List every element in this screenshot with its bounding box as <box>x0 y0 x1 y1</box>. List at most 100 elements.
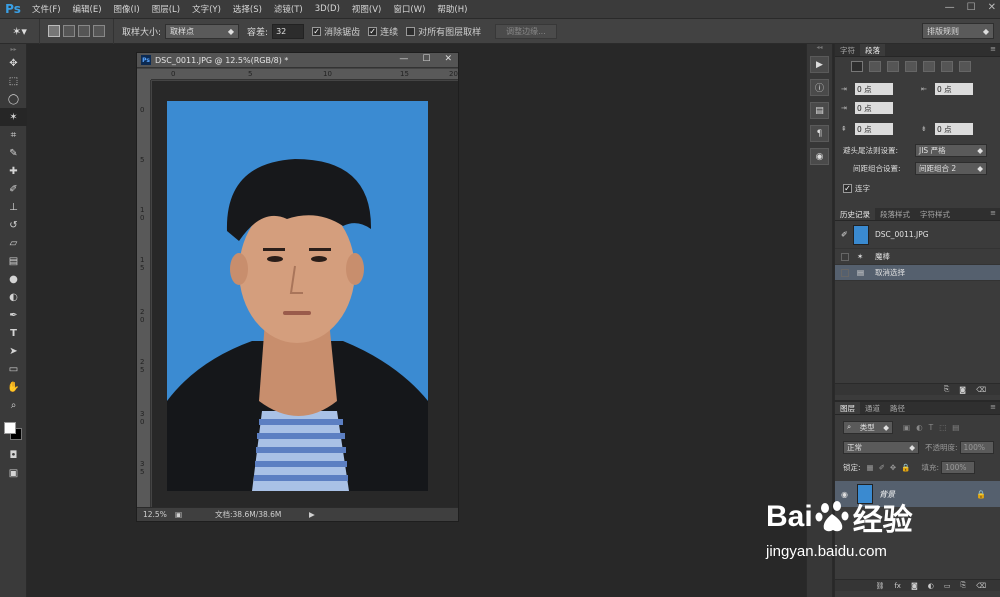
indent-left-input[interactable]: 0 点 <box>855 83 893 95</box>
menu-filter[interactable]: 滤镜(T) <box>268 3 309 15</box>
healing-brush-tool-icon[interactable]: ✚ <box>0 162 27 180</box>
contiguous-checkbox[interactable]: ✓ <box>368 26 378 36</box>
gradient-tool-icon[interactable]: ▤ <box>0 252 27 270</box>
blend-mode-select[interactable]: 正常 ◆ <box>843 440 919 454</box>
maximize-icon[interactable]: ☐ <box>422 54 430 64</box>
justify-all-icon[interactable] <box>959 61 971 72</box>
maximize-icon[interactable]: ☐ <box>967 2 976 13</box>
minimize-icon[interactable]: — <box>399 54 408 64</box>
eyedropper-tool-icon[interactable]: ✎ <box>0 144 27 162</box>
tab-paragraph[interactable]: 段落 <box>860 44 885 56</box>
history-brush-tool-icon[interactable]: ↺ <box>0 216 27 234</box>
foreground-color-swatch[interactable] <box>4 422 16 434</box>
indent-first-line-input[interactable]: 0 点 <box>855 102 893 114</box>
pen-tool-icon[interactable]: ✒ <box>0 306 27 324</box>
history-snapshot[interactable]: ✐ DSC_0011.JPG <box>835 221 1000 249</box>
opacity-input[interactable]: 100% <box>959 440 994 454</box>
menu-file[interactable]: 文件(F) <box>26 3 67 15</box>
new-selection-button[interactable] <box>48 25 60 37</box>
brush-tool-icon[interactable]: ✐ <box>0 180 27 198</box>
tab-character[interactable]: 字符 <box>835 44 860 56</box>
status-export-icon[interactable]: ▣ <box>175 510 189 519</box>
panel-menu-icon[interactable]: ≡ <box>990 403 996 411</box>
rectangle-tool-icon[interactable]: ▭ <box>0 360 27 378</box>
menu-3d[interactable]: 3D(D) <box>309 4 346 14</box>
portrait-photo[interactable] <box>167 101 428 491</box>
blur-tool-icon[interactable]: ● <box>0 270 27 288</box>
paragraph-icon[interactable]: ¶ <box>810 125 829 142</box>
new-layer-icon[interactable]: ⎘ <box>960 581 966 590</box>
camera-icon[interactable]: ◙ <box>959 386 966 394</box>
sample-size-select[interactable]: 取样点 ◆ <box>165 23 240 39</box>
menu-window[interactable]: 窗口(W) <box>387 3 431 15</box>
tool-preset-picker[interactable]: ✶▾ <box>0 18 40 44</box>
tab-paths[interactable]: 路径 <box>885 402 910 414</box>
align-center-icon[interactable] <box>869 61 881 72</box>
lasso-tool-icon[interactable]: ◯ <box>0 90 27 108</box>
sample-all-layers-checkbox[interactable] <box>406 26 416 36</box>
panel-menu-icon[interactable]: ≡ <box>990 209 996 217</box>
menu-view[interactable]: 视图(V) <box>346 3 387 15</box>
trash-icon[interactable]: ⌫ <box>976 386 986 394</box>
tolerance-input[interactable]: 32 <box>272 23 305 39</box>
tab-paragraph-styles[interactable]: 段落样式 <box>875 208 915 220</box>
zoom-tool-icon[interactable]: ⌕ <box>0 396 27 414</box>
menu-layer[interactable]: 图层(L) <box>146 3 186 15</box>
mojikumi-select[interactable]: 间距组合 2 ◆ <box>915 161 987 175</box>
tab-layers[interactable]: 图层 <box>835 402 860 414</box>
kinsoku-select[interactable]: JIS 严格 ◆ <box>915 143 987 157</box>
menu-image[interactable]: 图像(I) <box>108 3 146 15</box>
hand-tool-icon[interactable]: ✋ <box>0 378 27 396</box>
document-tab[interactable]: Ps DSC_0011.JPG @ 12.5%(RGB/8) * — ☐ ✕ <box>137 53 458 68</box>
lock-icons[interactable]: ▦✐✥🔒 <box>867 463 916 472</box>
justify-center-icon[interactable] <box>923 61 935 72</box>
refine-edge-button[interactable]: 调整边缘... <box>495 23 557 39</box>
fill-input[interactable]: 100% <box>941 460 976 474</box>
menu-select[interactable]: 选择(S) <box>227 3 268 15</box>
hyphenate-checkbox[interactable]: ✓ <box>843 183 852 193</box>
add-selection-button[interactable] <box>63 25 75 37</box>
move-tool-icon[interactable]: ✥ <box>0 54 27 72</box>
eraser-tool-icon[interactable]: ▱ <box>0 234 27 252</box>
collapse-icon[interactable]: ◂◂ <box>807 44 832 51</box>
menu-edit[interactable]: 编辑(E) <box>67 3 108 15</box>
history-item[interactable]: ✶ 魔棒 <box>835 249 1000 265</box>
history-item[interactable]: ▤ 取消选择 <box>835 265 1000 281</box>
close-icon[interactable]: ✕ <box>444 54 452 64</box>
space-after-input[interactable]: 0 点 <box>935 123 973 135</box>
intersect-selection-button[interactable] <box>93 25 105 37</box>
play-action-icon[interactable]: ▶ <box>810 56 829 73</box>
align-right-icon[interactable] <box>887 61 899 72</box>
crop-tool-icon[interactable]: ⌗ <box>0 126 27 144</box>
color-swatches[interactable] <box>0 416 27 446</box>
collapse-icon[interactable]: ▸▸ <box>0 44 27 54</box>
trash-icon[interactable]: ⌫ <box>976 582 986 590</box>
status-menu-arrow-icon[interactable]: ▶ <box>309 510 315 519</box>
menu-help[interactable]: 帮助(H) <box>431 3 473 15</box>
indent-right-input[interactable]: 0 点 <box>935 83 973 95</box>
properties-icon[interactable]: ▤ <box>810 102 829 119</box>
info-icon[interactable]: ⓘ <box>810 79 829 96</box>
minimize-icon[interactable]: — <box>945 2 955 13</box>
justify-right-icon[interactable] <box>941 61 953 72</box>
canvas-area[interactable] <box>152 81 458 509</box>
new-document-from-state-icon[interactable]: ⎘ <box>944 385 950 394</box>
layer-filter-select[interactable]: ⌕ 类型 ◆ <box>843 420 893 434</box>
history-brush-source-icon[interactable]: ✐ <box>841 230 853 239</box>
workspace-select[interactable]: 排版规则 ◆ <box>922 23 994 39</box>
path-selection-tool-icon[interactable]: ➤ <box>0 342 27 360</box>
tab-channels[interactable]: 通道 <box>860 402 885 414</box>
tab-history[interactable]: 历史记录 <box>835 208 875 220</box>
vertical-ruler[interactable]: 0 5 1 0 1 5 2 0 2 5 3 0 3 5 <box>137 80 151 508</box>
screen-mode-icon[interactable]: ▣ <box>0 464 27 482</box>
justify-left-icon[interactable] <box>905 61 917 72</box>
magic-wand-tool-icon[interactable]: ✶ <box>0 108 27 126</box>
close-icon[interactable]: ✕ <box>988 2 996 13</box>
dodge-tool-icon[interactable]: ◐ <box>0 288 27 306</box>
align-left-icon[interactable] <box>851 61 863 72</box>
antialias-checkbox[interactable]: ✓ <box>312 26 322 36</box>
marquee-tool-icon[interactable]: ⬚ <box>0 72 27 90</box>
history-source-checkbox[interactable] <box>841 252 849 261</box>
tab-character-styles[interactable]: 字符样式 <box>915 208 955 220</box>
horizontal-ruler[interactable]: 0 5 10 15 20 <box>151 69 458 80</box>
